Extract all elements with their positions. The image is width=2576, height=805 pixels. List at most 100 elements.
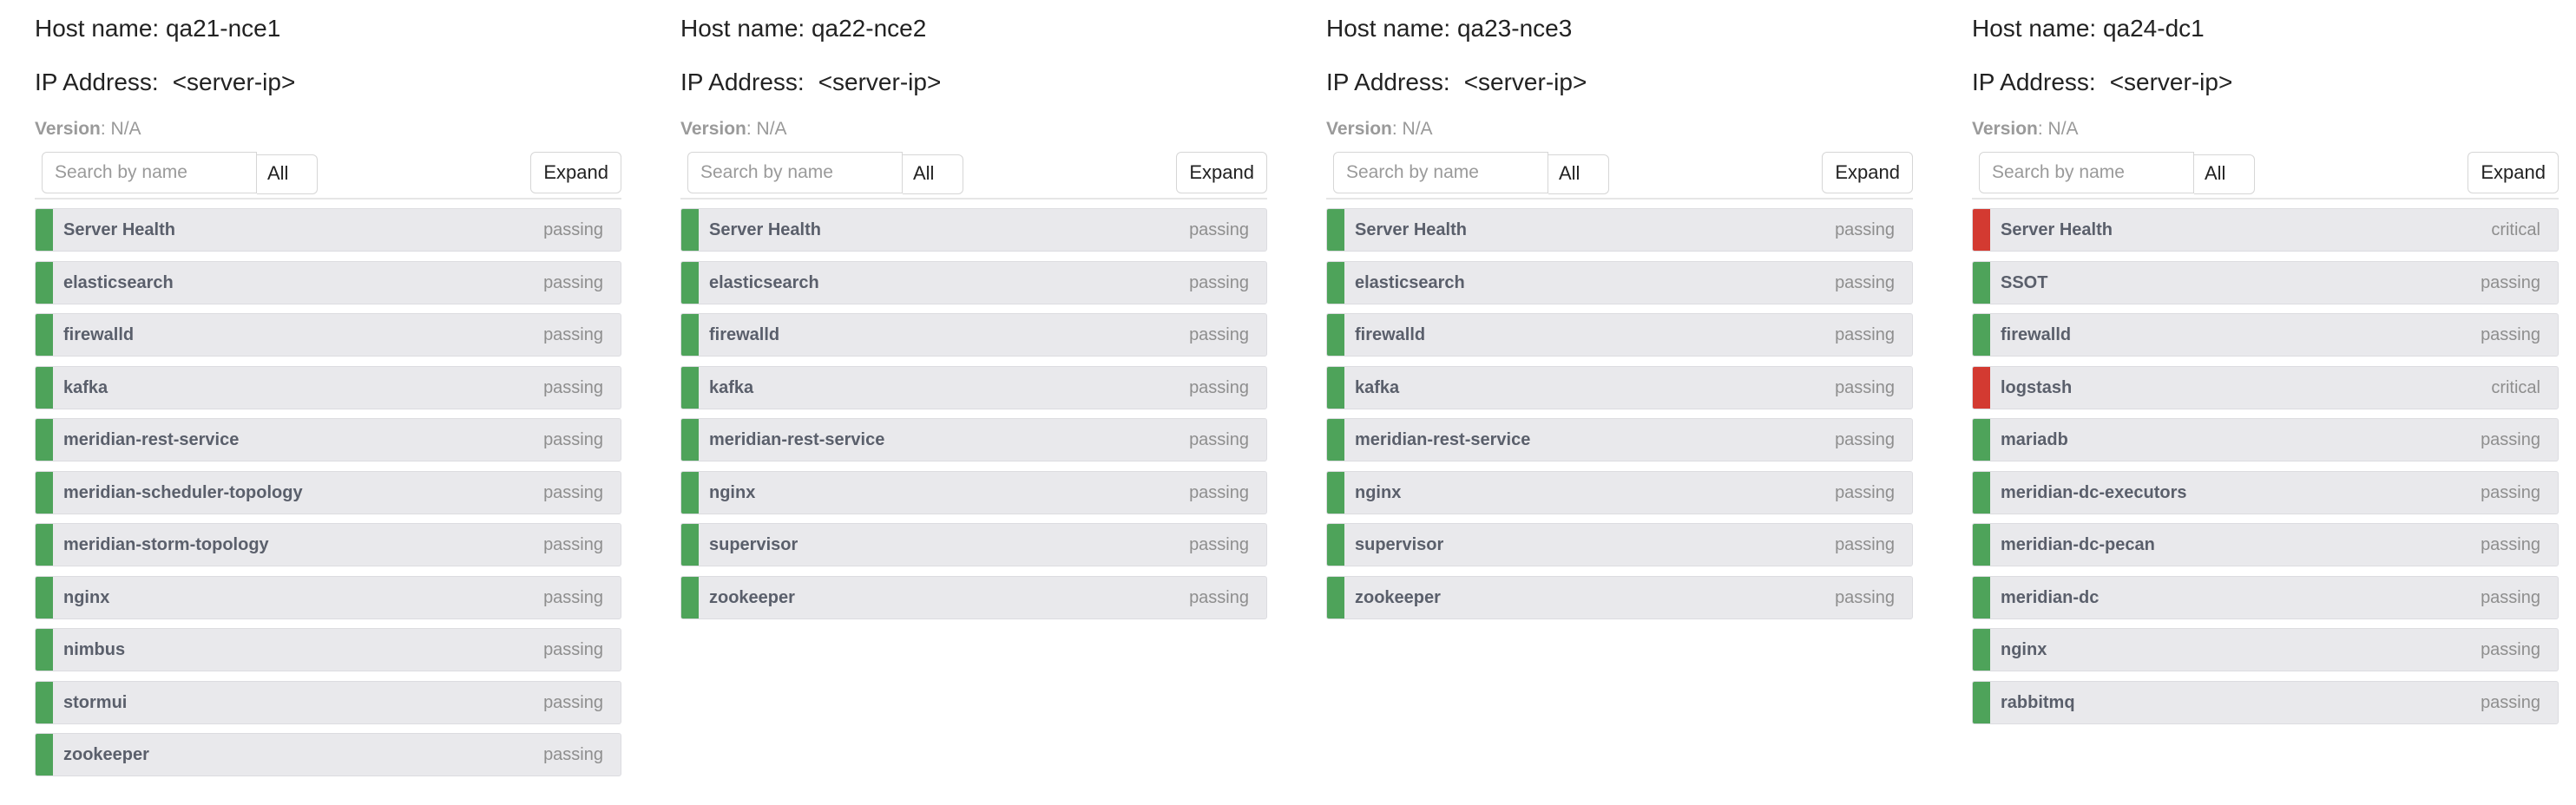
health-check-row[interactable]: rabbitmq passing — [1972, 680, 2559, 724]
status-indicator-bar — [681, 524, 699, 566]
status-filter-select[interactable]: All — [903, 154, 963, 194]
health-check-row[interactable]: firewalld passing — [680, 313, 1267, 357]
host-name-value: qa23-nce3 — [1456, 15, 1573, 42]
check-status: passing — [543, 535, 603, 554]
health-check-row[interactable]: kafka passing — [35, 365, 621, 409]
status-filter-select[interactable]: All — [2194, 154, 2255, 194]
check-status: passing — [2481, 325, 2540, 344]
host-name-value: qa24-dc1 — [2102, 15, 2205, 42]
health-check-row[interactable]: Server Health passing — [680, 208, 1267, 252]
host-panel: Host name: qa22-nce2 IP Address: <server-… — [680, 0, 1267, 628]
status-filter-select[interactable]: All — [257, 154, 318, 194]
health-check-row[interactable]: kafka passing — [680, 365, 1267, 409]
check-name: mariadb — [2001, 430, 2068, 449]
version-row: Version: N/A — [680, 118, 1267, 141]
host-name-heading: Host name: qa21-nce1 — [35, 14, 621, 43]
health-check-row[interactable]: meridian-scheduler-topology passing — [35, 470, 621, 514]
check-name: Server Health — [2001, 220, 2113, 239]
health-check-row[interactable]: meridian-dc passing — [1972, 575, 2559, 619]
health-check-row[interactable]: stormui passing — [35, 680, 621, 724]
health-check-row[interactable]: nginx passing — [35, 575, 621, 619]
version-value: : N/A — [2037, 119, 2079, 139]
status-indicator-bar — [681, 419, 699, 461]
status-indicator-bar — [1327, 524, 1344, 566]
health-check-row[interactable]: nginx passing — [680, 470, 1267, 514]
check-status: passing — [1189, 325, 1249, 344]
check-name: meridian-rest-service — [709, 430, 885, 449]
health-check-row[interactable]: zookeeper passing — [680, 575, 1267, 619]
health-check-row[interactable]: firewalld passing — [1972, 313, 2559, 357]
search-input[interactable] — [42, 152, 257, 193]
status-indicator-bar — [1973, 209, 1990, 251]
check-status: passing — [2481, 587, 2540, 607]
health-check-row[interactable]: meridian-rest-service passing — [1326, 418, 1913, 461]
check-name: kafka — [709, 377, 754, 397]
health-check-row[interactable]: supervisor passing — [1326, 523, 1913, 566]
check-name: kafka — [63, 377, 108, 397]
host-name-value: qa22-nce2 — [811, 15, 927, 42]
version-label: Version — [1972, 119, 2038, 139]
status-indicator-bar — [1973, 419, 1990, 461]
check-status: passing — [1189, 377, 1249, 397]
search-input[interactable] — [1979, 152, 2194, 193]
health-check-row[interactable]: nimbus passing — [35, 628, 621, 671]
check-name: zookeeper — [709, 587, 795, 607]
health-check-row[interactable]: firewalld passing — [35, 313, 621, 357]
health-check-row[interactable]: Server Health passing — [1326, 208, 1913, 252]
check-status: passing — [1189, 272, 1249, 292]
check-name: elasticsearch — [1355, 272, 1465, 292]
health-check-row[interactable]: logstash critical — [1972, 365, 2559, 409]
expand-button[interactable]: Expand — [1822, 152, 1913, 193]
health-check-row[interactable]: Server Health critical — [1972, 208, 2559, 252]
check-toolbar: All Expand — [1972, 152, 2559, 200]
check-name: nginx — [63, 587, 110, 607]
check-status: passing — [1189, 535, 1249, 554]
status-filter-select[interactable]: All — [1548, 154, 1609, 194]
check-name: nginx — [1355, 482, 1402, 502]
health-check-row[interactable]: zookeeper passing — [1326, 575, 1913, 619]
check-status: passing — [1835, 325, 1895, 344]
check-status: passing — [1189, 430, 1249, 449]
version-row: Version: N/A — [1972, 118, 2559, 141]
check-status: passing — [543, 377, 603, 397]
check-name: nginx — [2001, 640, 2047, 659]
health-check-row[interactable]: mariadb passing — [1972, 418, 2559, 461]
health-check-row[interactable]: elasticsearch passing — [680, 260, 1267, 304]
health-check-list: Server Health passing elasticsearch pass… — [1326, 208, 1913, 619]
check-status: passing — [2481, 430, 2540, 449]
version-label: Version — [35, 119, 101, 139]
health-check-row[interactable]: meridian-dc-pecan passing — [1972, 523, 2559, 566]
search-input[interactable] — [687, 152, 903, 193]
ip-address-label: IP Address: — [1972, 69, 2096, 95]
ip-address-label: IP Address: — [35, 69, 159, 95]
check-name: firewalld — [1355, 325, 1426, 344]
health-check-row[interactable]: nginx passing — [1326, 470, 1913, 514]
health-check-row[interactable]: Server Health passing — [35, 208, 621, 252]
expand-button[interactable]: Expand — [2468, 152, 2559, 193]
health-check-row[interactable]: zookeeper passing — [35, 733, 621, 776]
health-check-row[interactable]: meridian-rest-service passing — [680, 418, 1267, 461]
health-check-list: Server Health passing elasticsearch pass… — [680, 208, 1267, 619]
search-input[interactable] — [1333, 152, 1548, 193]
check-name: nimbus — [63, 640, 126, 659]
health-check-row[interactable]: meridian-storm-topology passing — [35, 523, 621, 566]
check-name: meridian-dc-executors — [2001, 482, 2187, 502]
expand-button[interactable]: Expand — [1176, 152, 1267, 193]
health-check-row[interactable]: SSOT passing — [1972, 260, 2559, 304]
health-check-row[interactable]: firewalld passing — [1326, 313, 1913, 357]
check-name: meridian-dc — [2001, 587, 2100, 607]
status-indicator-bar — [36, 681, 53, 723]
expand-button[interactable]: Expand — [530, 152, 621, 193]
check-name: supervisor — [709, 535, 798, 554]
health-check-row[interactable]: kafka passing — [1326, 365, 1913, 409]
health-check-row[interactable]: elasticsearch passing — [1326, 260, 1913, 304]
health-check-row[interactable]: supervisor passing — [680, 523, 1267, 566]
ip-address-row: IP Address: <server-ip> — [35, 68, 621, 97]
health-check-row[interactable]: nginx passing — [1972, 628, 2559, 671]
health-check-row[interactable]: meridian-dc-executors passing — [1972, 470, 2559, 514]
check-status: passing — [543, 272, 603, 292]
health-check-row[interactable]: meridian-rest-service passing — [35, 418, 621, 461]
status-indicator-bar — [1327, 261, 1344, 304]
health-check-row[interactable]: elasticsearch passing — [35, 260, 621, 304]
status-indicator-bar — [1973, 471, 1990, 514]
